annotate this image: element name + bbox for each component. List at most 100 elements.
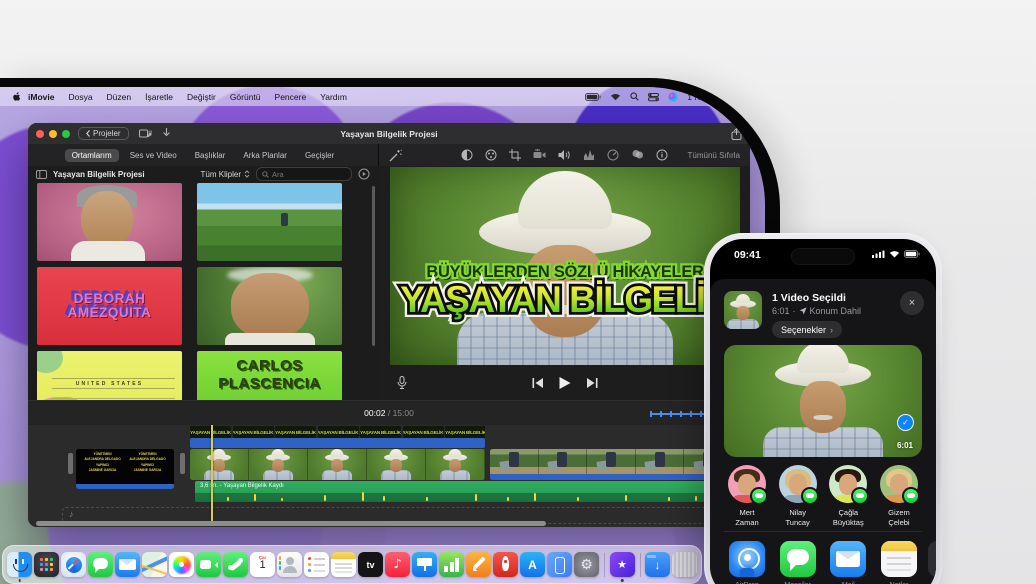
iphone-mirroring-app-icon[interactable] bbox=[547, 552, 572, 577]
tab-ortamlarım[interactable]: Ortamlarım bbox=[65, 149, 119, 162]
window-titlebar[interactable]: Projeler Yaşayan Bilgelik Projesi bbox=[28, 123, 750, 145]
menu-pencere[interactable]: Pencere bbox=[268, 92, 314, 102]
dock-item-trash[interactable] bbox=[672, 552, 697, 577]
imovie-app-icon[interactable]: ★ bbox=[610, 552, 635, 577]
selection-checkmark[interactable]: ✓ bbox=[897, 414, 914, 431]
title-clip-segment[interactable]: YAŞAYAN BİLGELİK bbox=[275, 426, 316, 438]
launchpad-app-icon[interactable] bbox=[34, 552, 59, 577]
music-app-icon[interactable]: ♪ bbox=[385, 552, 410, 577]
title-clip-track[interactable]: YAŞAYAN BİLGELİKYAŞAYAN BİLGELİKYAŞAYAN … bbox=[190, 426, 485, 438]
dock-item-finder[interactable] bbox=[7, 552, 32, 577]
clip-thumbnail-portrait-pink[interactable] bbox=[37, 183, 182, 261]
menu-bar-time[interactable]: 09:41 bbox=[732, 92, 753, 102]
voiceover-mic-icon[interactable] bbox=[397, 376, 407, 389]
airdrop-contact-mert[interactable]: MertZaman bbox=[723, 465, 771, 529]
clip-thumbnail-portrait-closeup[interactable] bbox=[197, 267, 342, 345]
title-clip-segment[interactable]: YAŞAYAN BİLGELİK bbox=[403, 426, 444, 438]
previous-frame-icon[interactable] bbox=[533, 378, 544, 388]
reminders-app-icon[interactable] bbox=[304, 552, 329, 577]
video-clip-interview[interactable] bbox=[190, 449, 485, 480]
dock-item-safari[interactable] bbox=[61, 552, 86, 577]
spotlight-icon[interactable] bbox=[630, 92, 639, 101]
sidebar-toggle-icon[interactable] bbox=[36, 170, 47, 179]
share-app-notes[interactable]: Notlar bbox=[875, 541, 923, 584]
tv-app-icon[interactable]: tv bbox=[358, 552, 383, 577]
dock-item-notes[interactable] bbox=[331, 552, 356, 577]
airdrop-contact-nilay[interactable]: NilayTuncay bbox=[774, 465, 822, 529]
clip-thumbnail-us-map[interactable]: UNITED STATES bbox=[37, 351, 182, 400]
dock-item-iphone-mirroring[interactable] bbox=[547, 552, 572, 577]
menu-imovie[interactable]: iMovie bbox=[21, 92, 61, 102]
airdrop-icon[interactable] bbox=[729, 541, 765, 577]
dock-item-pages[interactable] bbox=[466, 552, 491, 577]
zoom-window-button[interactable] bbox=[62, 130, 70, 138]
facetime-app-icon[interactable] bbox=[196, 552, 221, 577]
timeline-playhead[interactable] bbox=[211, 425, 213, 523]
notes-app-icon[interactable] bbox=[331, 552, 356, 577]
downloads-app-icon[interactable]: ↓ bbox=[645, 552, 670, 577]
clip-play-filter-icon[interactable] bbox=[358, 168, 370, 180]
color-balance-icon[interactable] bbox=[461, 149, 473, 161]
airdrop-contact-çağla[interactable]: ÇağlaBüyüktaş bbox=[824, 465, 872, 529]
dock-item-mail[interactable] bbox=[115, 552, 140, 577]
dock-item-imovie[interactable]: ★ bbox=[610, 552, 635, 577]
numbers-app-icon[interactable] bbox=[439, 552, 464, 577]
appstore-app-icon[interactable]: A bbox=[520, 552, 545, 577]
title-clip-segment[interactable]: YAŞAYAN BİLGELİK bbox=[445, 426, 485, 438]
clip-filter-icon[interactable] bbox=[631, 149, 644, 161]
finder-app-icon[interactable] bbox=[7, 552, 32, 577]
dock-item-keynote[interactable] bbox=[412, 552, 437, 577]
browser-scrollbar[interactable] bbox=[372, 186, 375, 346]
siri-icon[interactable] bbox=[668, 92, 678, 102]
dock-item-photos[interactable] bbox=[169, 552, 194, 577]
dock-item-downloads[interactable]: ↓ bbox=[645, 552, 670, 577]
tab-geçişler[interactable]: Geçişler bbox=[298, 149, 341, 162]
selected-video-preview[interactable]: ✓ 6:01 bbox=[724, 345, 922, 457]
minimize-window-button[interactable] bbox=[49, 130, 57, 138]
timeline-scrollbar[interactable] bbox=[36, 521, 546, 526]
mail-app-icon[interactable] bbox=[115, 552, 140, 577]
dock-item-messages[interactable] bbox=[88, 552, 113, 577]
dock-item-numbers[interactable] bbox=[439, 552, 464, 577]
play-button-icon[interactable] bbox=[560, 377, 571, 389]
airdrop-contact-gizem[interactable]: GizemÇelebi bbox=[875, 465, 923, 529]
calendar-app-icon[interactable]: Çar1 bbox=[250, 552, 275, 577]
reset-all-button[interactable]: Tümünü Sıfırla bbox=[688, 151, 740, 160]
back-to-projects-button[interactable]: Projeler bbox=[78, 127, 129, 140]
title-clip-segment[interactable]: YAŞAYAN BİLGELİK bbox=[233, 426, 274, 438]
media-import-icon[interactable] bbox=[139, 129, 152, 139]
dock-item-music[interactable]: ♪ bbox=[385, 552, 410, 577]
phone-app-icon[interactable] bbox=[223, 552, 248, 577]
notes-icon[interactable] bbox=[881, 541, 917, 577]
dock-item-calendar[interactable]: Çar1 bbox=[250, 552, 275, 577]
dock-item-launchpad[interactable] bbox=[34, 552, 59, 577]
settings-app-icon[interactable]: ⚙ bbox=[574, 552, 599, 577]
clip-filter-dropdown[interactable]: Tüm Klipler bbox=[201, 170, 250, 179]
download-arrow-icon[interactable] bbox=[162, 128, 171, 139]
dock-item-maps[interactable] bbox=[142, 552, 167, 577]
share-icon[interactable] bbox=[731, 128, 742, 140]
menu-görüntü[interactable]: Görüntü bbox=[223, 92, 268, 102]
clip-trim-handle[interactable] bbox=[180, 453, 185, 474]
search-input[interactable]: Ara bbox=[256, 167, 352, 181]
mail-icon[interactable] bbox=[830, 541, 866, 577]
credits-clip[interactable]: YÖNETMENALEJANDRA DELGADOYAPIMCIJASMINE … bbox=[76, 449, 174, 489]
dock-item-settings[interactable]: ⚙ bbox=[574, 552, 599, 577]
tab-ses-ve-video[interactable]: Ses ve Video bbox=[123, 149, 184, 162]
messages-icon[interactable] bbox=[780, 541, 816, 577]
clip-thumbnail-title-carlos[interactable]: CARLOS PLASCENCIA bbox=[197, 351, 342, 400]
color-correction-palette-icon[interactable] bbox=[485, 149, 497, 161]
title-clip-bar[interactable] bbox=[190, 438, 485, 448]
title-clip-segment[interactable]: YAŞAYAN BİLGELİK bbox=[360, 426, 401, 438]
rocket-app-icon[interactable] bbox=[493, 552, 518, 577]
clip-info-icon[interactable] bbox=[656, 149, 668, 161]
menu-i̇şaretle[interactable]: İşaretle bbox=[138, 92, 180, 102]
dock-item-facetime[interactable] bbox=[196, 552, 221, 577]
close-share-sheet-button[interactable]: × bbox=[900, 291, 924, 315]
audio-clip[interactable]: 3,6 sn. - Yaşayan Bilgelik Kaydı bbox=[195, 481, 733, 502]
options-button[interactable]: Seçenekler › bbox=[772, 321, 842, 338]
share-app-mail[interactable]: Mail bbox=[824, 541, 872, 584]
menu-düzen[interactable]: Düzen bbox=[100, 92, 139, 102]
dock-item-phone[interactable] bbox=[223, 552, 248, 577]
apple-menu-icon[interactable] bbox=[12, 91, 21, 102]
